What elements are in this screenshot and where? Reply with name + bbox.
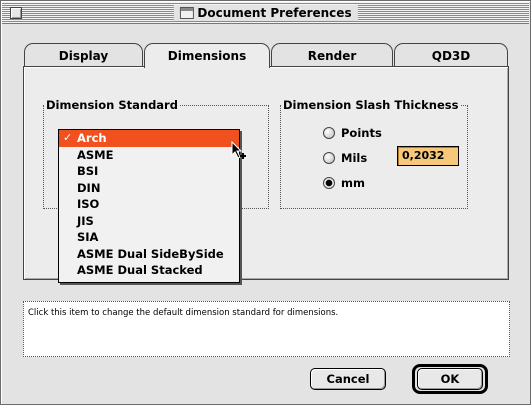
radio-mm[interactable]: mm	[323, 176, 365, 190]
radio-points-label: Points	[341, 126, 382, 140]
radio-mils[interactable]: Mils	[323, 151, 367, 165]
window-title: Document Preferences	[197, 6, 352, 20]
pointer-cursor-icon	[231, 141, 246, 159]
popup-item-bsi[interactable]: BSI	[59, 163, 239, 180]
radio-mils-label: Mils	[341, 151, 368, 165]
tab-display[interactable]: Display	[24, 43, 143, 67]
document-preferences-window: Document Preferences Display Dimensions …	[0, 0, 531, 405]
checkmark-icon: ✓	[63, 131, 73, 144]
radio-mm-label: mm	[341, 176, 365, 190]
help-text-box: Click this item to change the default di…	[23, 301, 510, 357]
popup-item-asme-dual-stacked[interactable]: ASME Dual Stacked	[59, 262, 239, 279]
popup-item-din[interactable]: DIN	[59, 180, 239, 197]
radio-points[interactable]: Points	[323, 126, 382, 140]
tab-render[interactable]: Render	[271, 43, 393, 67]
title-wrap: Document Preferences	[173, 5, 358, 21]
cancel-button[interactable]: Cancel	[310, 368, 386, 390]
radio-mils-button[interactable]	[323, 152, 335, 164]
radio-points-button[interactable]	[323, 127, 335, 139]
window-icon	[179, 7, 194, 19]
tab-dimensions[interactable]: Dimensions	[144, 43, 270, 68]
popup-item-asme-dual-sidebyside[interactable]: ASME Dual SideBySide	[59, 246, 239, 263]
popup-item-jis[interactable]: JIS	[59, 213, 239, 230]
title-bar[interactable]: Document Preferences	[2, 2, 529, 24]
radio-mm-button[interactable]	[323, 177, 335, 189]
tab-qd3d[interactable]: QD3D	[394, 43, 508, 67]
popup-item-sia[interactable]: SIA	[59, 229, 239, 246]
close-box[interactable]	[10, 7, 22, 19]
slash-thickness-title: Dimension Slash Thickness	[281, 98, 461, 112]
ok-button[interactable]: OK	[417, 368, 483, 390]
popup-item-asme[interactable]: ASME	[59, 147, 239, 164]
popup-item-arch[interactable]: ✓ Arch	[59, 130, 239, 147]
dimension-standard-title: Dimension Standard	[44, 98, 180, 112]
thickness-value-field[interactable]: 0,2032	[397, 146, 459, 166]
dimension-standard-popup[interactable]: ✓ Arch ASME BSI DIN ISO JIS SIA ASME Dua…	[58, 129, 240, 283]
popup-item-label: Arch	[77, 131, 107, 145]
popup-item-iso[interactable]: ISO	[59, 196, 239, 213]
